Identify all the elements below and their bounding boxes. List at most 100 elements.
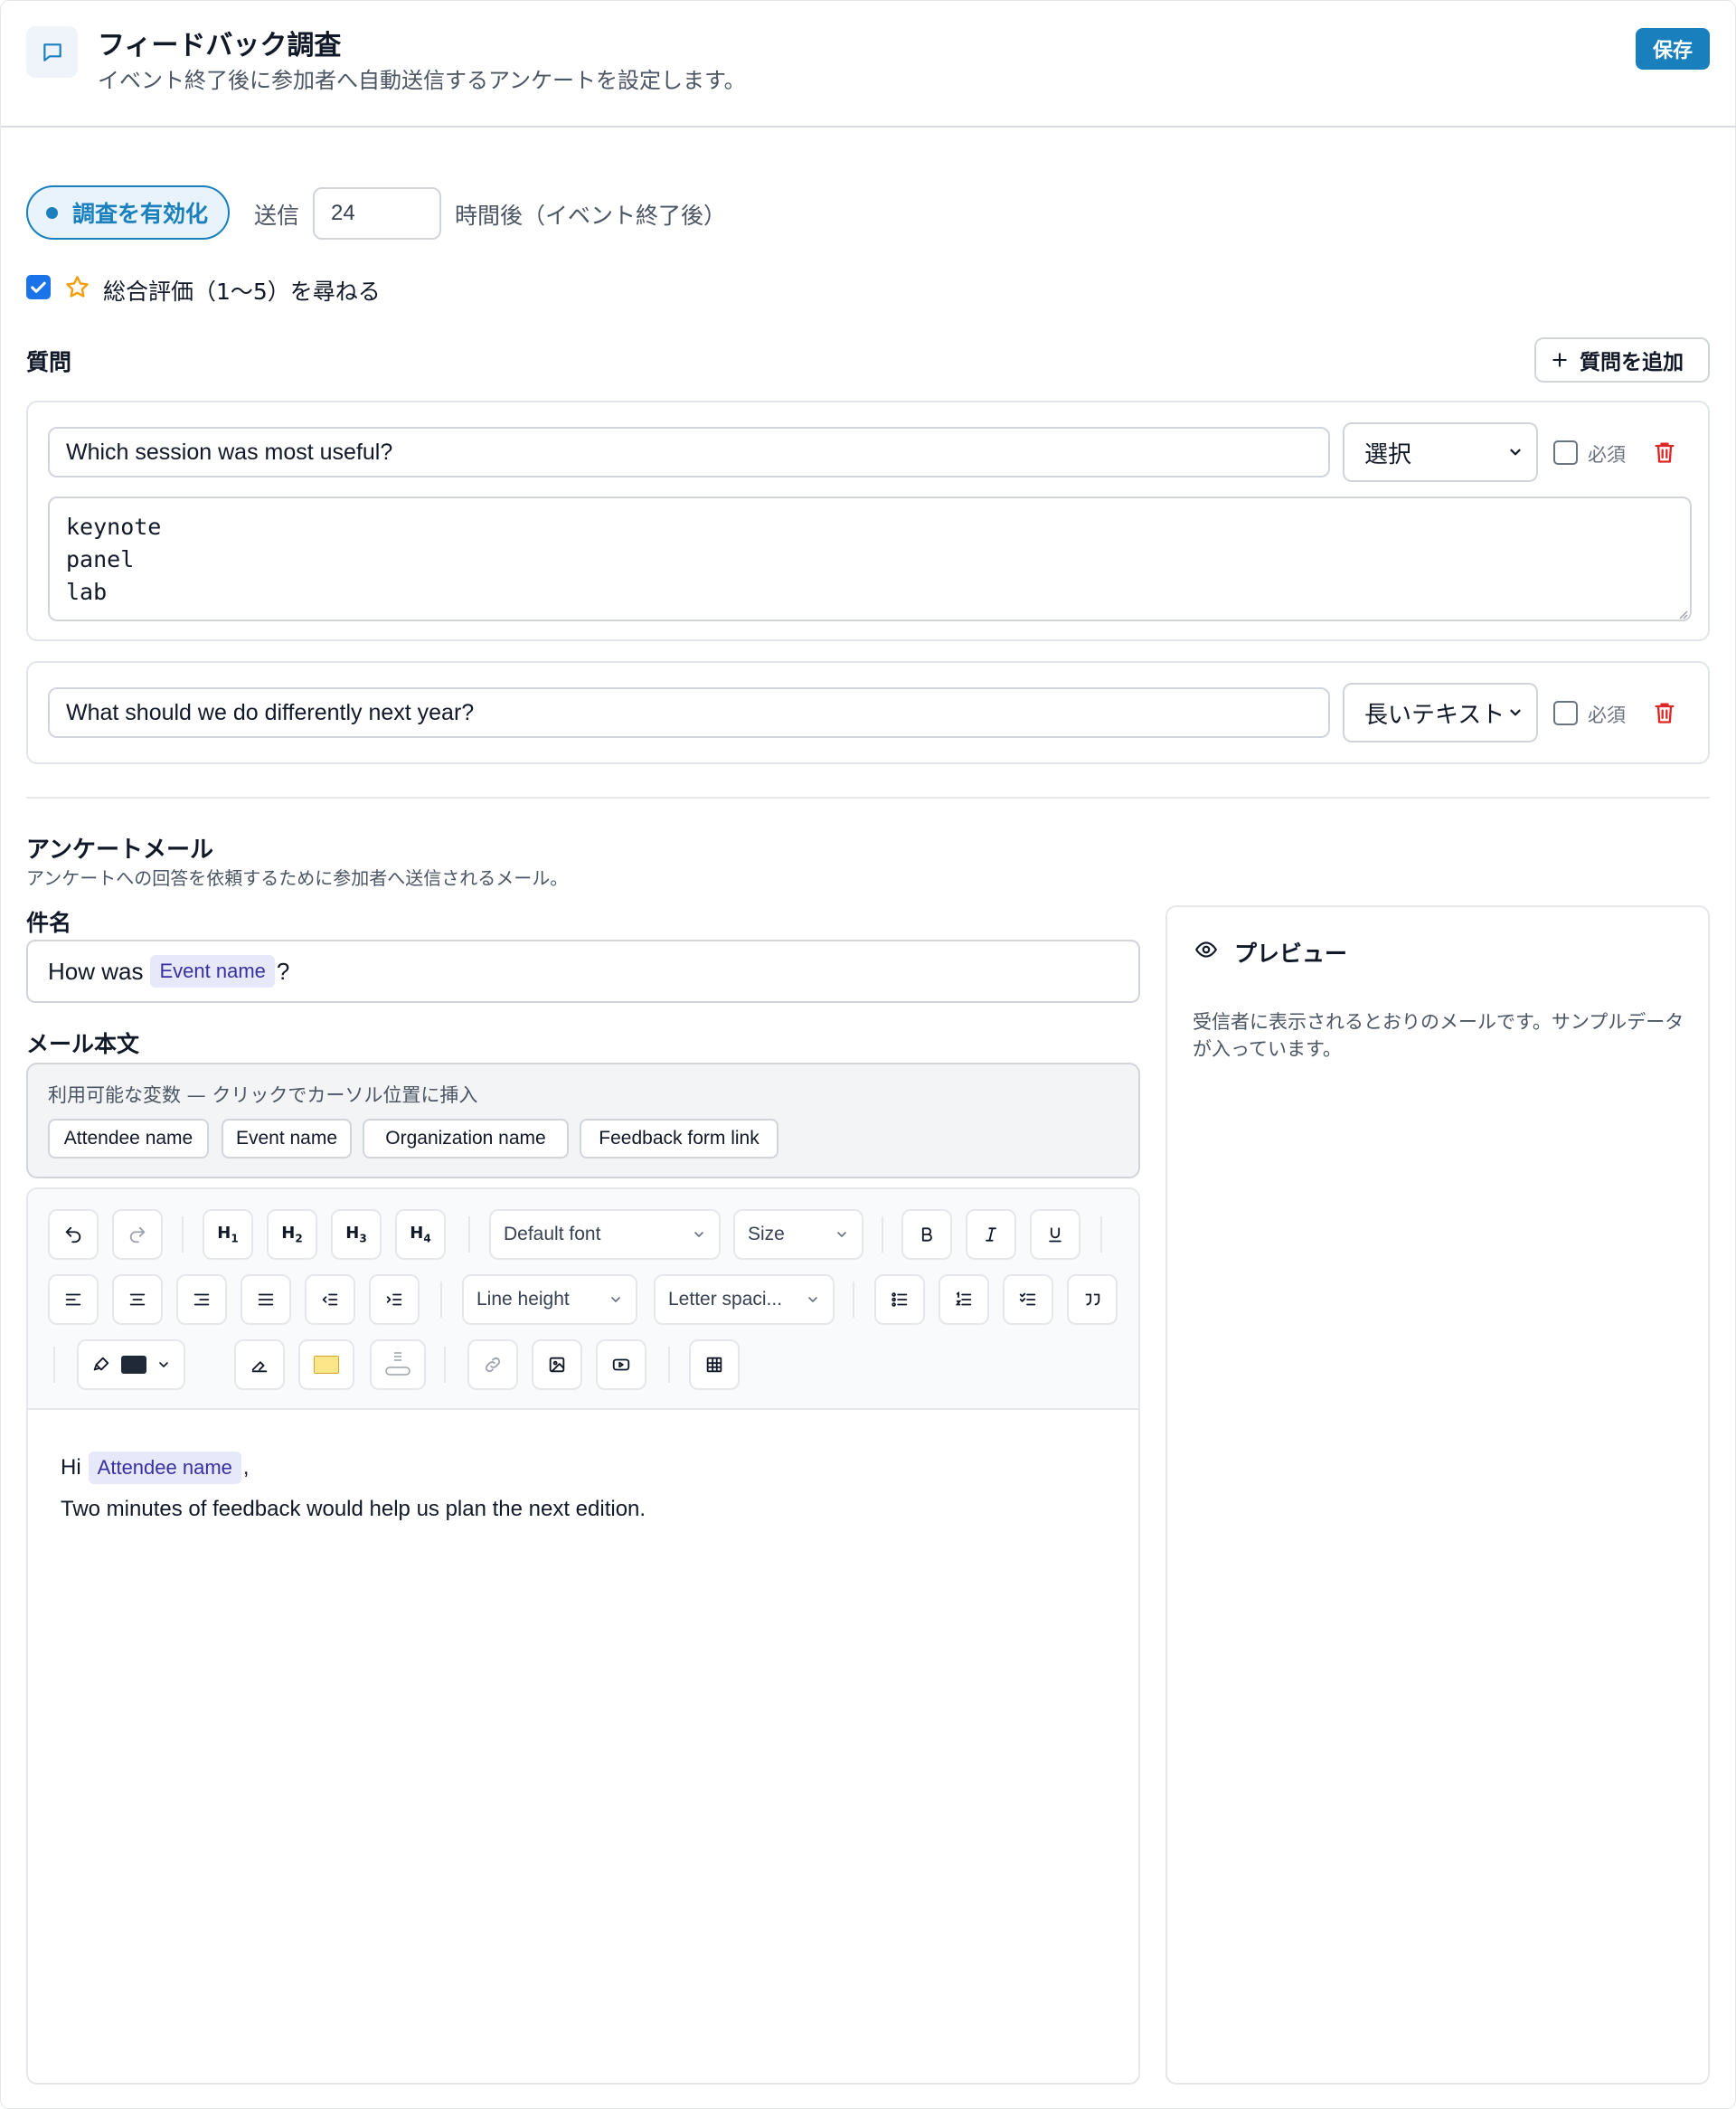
chevron-down-icon [609,1292,623,1307]
rich-text-editor: H1 H2 H3 H4 Default font Size Line heigh… [26,1187,1140,2085]
star-icon [64,274,90,300]
rating-checkbox[interactable] [26,275,51,299]
line-height-value: Line height [476,1289,570,1310]
variable-chip[interactable]: Event name [150,955,275,988]
underline-icon[interactable] [1030,1209,1080,1260]
rating-label: 総合評価（1〜5）を尋ねる [103,279,381,305]
chevron-down-icon [806,1292,820,1307]
question-type-select[interactable]: 選択 [1343,422,1538,482]
plus-icon [1551,351,1569,369]
ordered-list-icon[interactable] [939,1274,989,1325]
italic-icon[interactable] [966,1209,1016,1260]
required-label: 必須 [1588,705,1626,726]
toolbar-separator [882,1216,883,1253]
checklist-icon[interactable] [1003,1274,1053,1325]
delete-question-icon[interactable] [1652,439,1677,466]
subject-suffix: ? [276,957,290,985]
indent-icon[interactable] [369,1274,420,1325]
blockquote-icon[interactable] [1067,1274,1118,1325]
subject-label: 件名 [26,910,72,936]
font-family-value: Default font [504,1224,601,1244]
question-type-value: 長いテキスト [1364,701,1505,729]
preview-description: 受信者に表示されるとおりのメールです。サンプルデータが入っています。 [1193,1011,1684,1060]
greeting-suffix: , [242,1455,250,1480]
background-color-icon[interactable] [370,1339,426,1390]
section-divider [26,797,1710,799]
chevron-down-icon [692,1227,706,1242]
toolbar-separator [668,1347,670,1383]
variable-button[interactable]: Event name [222,1119,352,1159]
question-text-input[interactable]: Which session was most useful? [48,427,1330,478]
eraser-icon[interactable] [234,1339,285,1390]
letter-spacing-value: Letter spaci... [668,1289,783,1310]
question-type-select[interactable]: 長いテキスト [1343,683,1538,742]
required-checkbox[interactable] [1553,701,1578,725]
toolbar-separator [1100,1216,1102,1253]
toolbar-separator [468,1216,470,1253]
heading4-icon[interactable]: H4 [395,1209,446,1260]
send-hours-suffix: 時間後（イベント終了後） [455,203,727,229]
eye-icon [1193,938,1220,961]
preview-panel: プレビュー 受信者に表示されるとおりのメールです。サンプルデータが入っています。 [1165,905,1710,2085]
add-question-button[interactable]: 質問を追加 [1534,337,1710,383]
variable-button[interactable]: Feedback form link [580,1119,778,1159]
text-color-swatch [121,1356,146,1374]
save-button[interactable]: 保存 [1636,28,1710,70]
resize-handle-icon[interactable] [1677,609,1688,619]
redo-icon[interactable] [112,1209,163,1260]
body-paragraph: Two minutes of feedback would help us pl… [61,1497,646,1521]
page-header: フィードバック調査 イベント終了後に参加者へ自動送信するアンケートを設定します。… [1,1,1736,128]
align-right-icon[interactable] [176,1274,227,1325]
text-color-picker[interactable] [77,1339,185,1390]
questions-heading: 質問 [26,349,72,375]
required-checkbox[interactable] [1553,440,1578,465]
delete-question-icon[interactable] [1652,699,1677,726]
variable-button[interactable]: Attendee name [48,1119,209,1159]
heading3-icon[interactable]: H3 [331,1209,382,1260]
question-text-input[interactable]: What should we do differently next year? [48,687,1330,738]
paint-brush-icon [91,1355,111,1375]
heading2-icon[interactable]: H2 [267,1209,317,1260]
highlight-color-icon[interactable] [298,1339,354,1390]
send-label: 送信 [254,203,300,229]
question-type-value: 選択 [1364,440,1412,468]
editor-content[interactable]: Hi Attendee name , Two minutes of feedba… [61,1452,646,1522]
highlight-swatch [314,1356,339,1374]
align-justify-icon[interactable] [241,1274,291,1325]
page-title: フィードバック調査 [98,30,342,61]
letter-spacing-select[interactable]: Letter spaci... [654,1274,835,1325]
font-size-select[interactable]: Size [733,1209,863,1260]
option-item: keynote [66,514,162,540]
bold-icon[interactable] [901,1209,952,1260]
options-textarea[interactable]: keynote panel lab [48,497,1692,621]
subject-input[interactable]: How was Event name ? [26,940,1140,1003]
toolbar-separator [440,1281,442,1318]
variable-chip[interactable]: Attendee name [88,1452,241,1484]
chat-bubble-icon [26,26,78,78]
font-family-select[interactable]: Default font [489,1209,721,1260]
line-height-select[interactable]: Line height [462,1274,637,1325]
image-icon[interactable] [532,1339,582,1390]
bullet-list-icon[interactable] [874,1274,925,1325]
align-left-icon[interactable] [48,1274,99,1325]
email-section-subtitle: アンケートへの回答を依頼するために参加者へ送信されるメール。 [26,867,569,889]
heading1-icon[interactable]: H1 [203,1209,253,1260]
required-label: 必須 [1588,444,1626,466]
table-icon[interactable] [689,1339,740,1390]
chevron-down-icon [1507,705,1524,721]
align-center-icon[interactable] [112,1274,163,1325]
preview-title: プレビュー [1234,941,1348,967]
survey-settings-page: フィードバック調査 イベント終了後に参加者へ自動送信するアンケートを設定します。… [0,0,1736,2109]
editor-toolbar: H1 H2 H3 H4 Default font Size Line heigh… [28,1189,1138,1410]
toolbar-separator [853,1281,854,1318]
variables-hint: 利用可能な変数 — クリックでカーソル位置に挿入 [48,1084,478,1106]
undo-icon[interactable] [48,1209,99,1260]
link-icon[interactable] [467,1339,518,1390]
variable-button[interactable]: Organization name [363,1119,569,1159]
video-icon[interactable] [596,1339,646,1390]
outdent-icon[interactable] [305,1274,355,1325]
greeting-line: Hi Attendee name , [61,1452,646,1484]
send-hours-input[interactable] [313,187,441,240]
toolbar-separator [444,1347,446,1383]
enable-survey-toggle[interactable]: 調査を有効化 [26,185,230,240]
